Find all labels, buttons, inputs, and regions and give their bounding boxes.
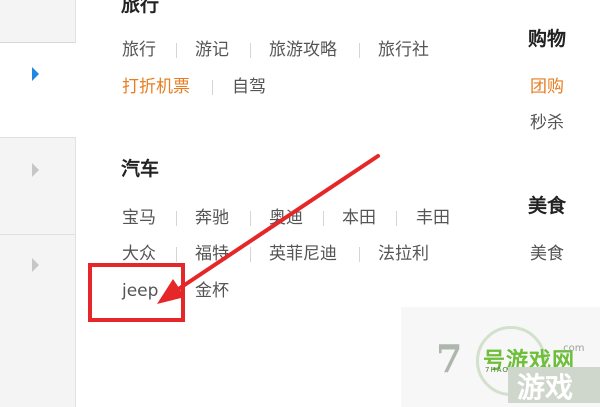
- chevron-right-icon[interactable]: [32, 163, 39, 177]
- link-benz[interactable]: 奔驰: [195, 208, 229, 228]
- separator: [359, 247, 360, 262]
- chevron-right-icon[interactable]: [32, 67, 39, 81]
- link-infiniti[interactable]: 英菲尼迪: [269, 244, 337, 264]
- chevron-right-icon[interactable]: [32, 258, 39, 272]
- link-discount-tickets[interactable]: 打折机票: [122, 77, 190, 97]
- separator: [250, 43, 251, 58]
- link-toyota[interactable]: 丰田: [416, 208, 450, 228]
- separator: [176, 247, 177, 262]
- separator: [250, 211, 251, 226]
- link-group-buy[interactable]: 团购: [530, 77, 564, 97]
- link-flash-sale[interactable]: 秒杀: [530, 113, 564, 133]
- link-travel-agency[interactable]: 旅行社: [378, 40, 429, 60]
- link-honda[interactable]: 本田: [342, 208, 376, 228]
- category-title-shopping: 购物: [528, 28, 567, 50]
- watermark-big-text: 游戏: [517, 371, 574, 404]
- sidebar-divider: [0, 234, 75, 235]
- separator: [176, 43, 177, 58]
- link-volkswagen[interactable]: 大众: [122, 244, 156, 264]
- separator: [323, 211, 324, 226]
- watermark-logo-number: 7: [436, 336, 463, 381]
- link-self-drive[interactable]: 自驾: [232, 77, 266, 97]
- category-title-travel: 旅行: [121, 0, 160, 16]
- sidebar-item-active[interactable]: [0, 43, 76, 137]
- link-audi[interactable]: 奥迪: [269, 208, 303, 228]
- separator: [176, 211, 177, 226]
- separator: [396, 211, 397, 226]
- separator: [212, 80, 213, 95]
- link-bmw[interactable]: 宝马: [122, 208, 156, 228]
- category-title-cars: 汽车: [121, 158, 160, 180]
- sidebar-divider: [0, 137, 75, 138]
- link-ford[interactable]: 福特: [195, 244, 229, 264]
- link-food[interactable]: 美食: [530, 244, 564, 264]
- link-travel-notes[interactable]: 游记: [195, 40, 229, 60]
- link-jinbei[interactable]: 金杯: [195, 281, 229, 301]
- separator: [250, 247, 251, 262]
- link-ferrari[interactable]: 法拉利: [378, 244, 429, 264]
- separator: [359, 43, 360, 58]
- sidebar-item-top[interactable]: [0, 0, 75, 43]
- watermark-url: .com: [560, 343, 585, 354]
- link-travel-guide[interactable]: 旅游攻略: [269, 40, 337, 60]
- link-travel[interactable]: 旅行: [122, 40, 156, 60]
- highlight-box: [88, 263, 185, 322]
- category-sidebar: [0, 0, 76, 407]
- category-title-food: 美食: [528, 195, 567, 217]
